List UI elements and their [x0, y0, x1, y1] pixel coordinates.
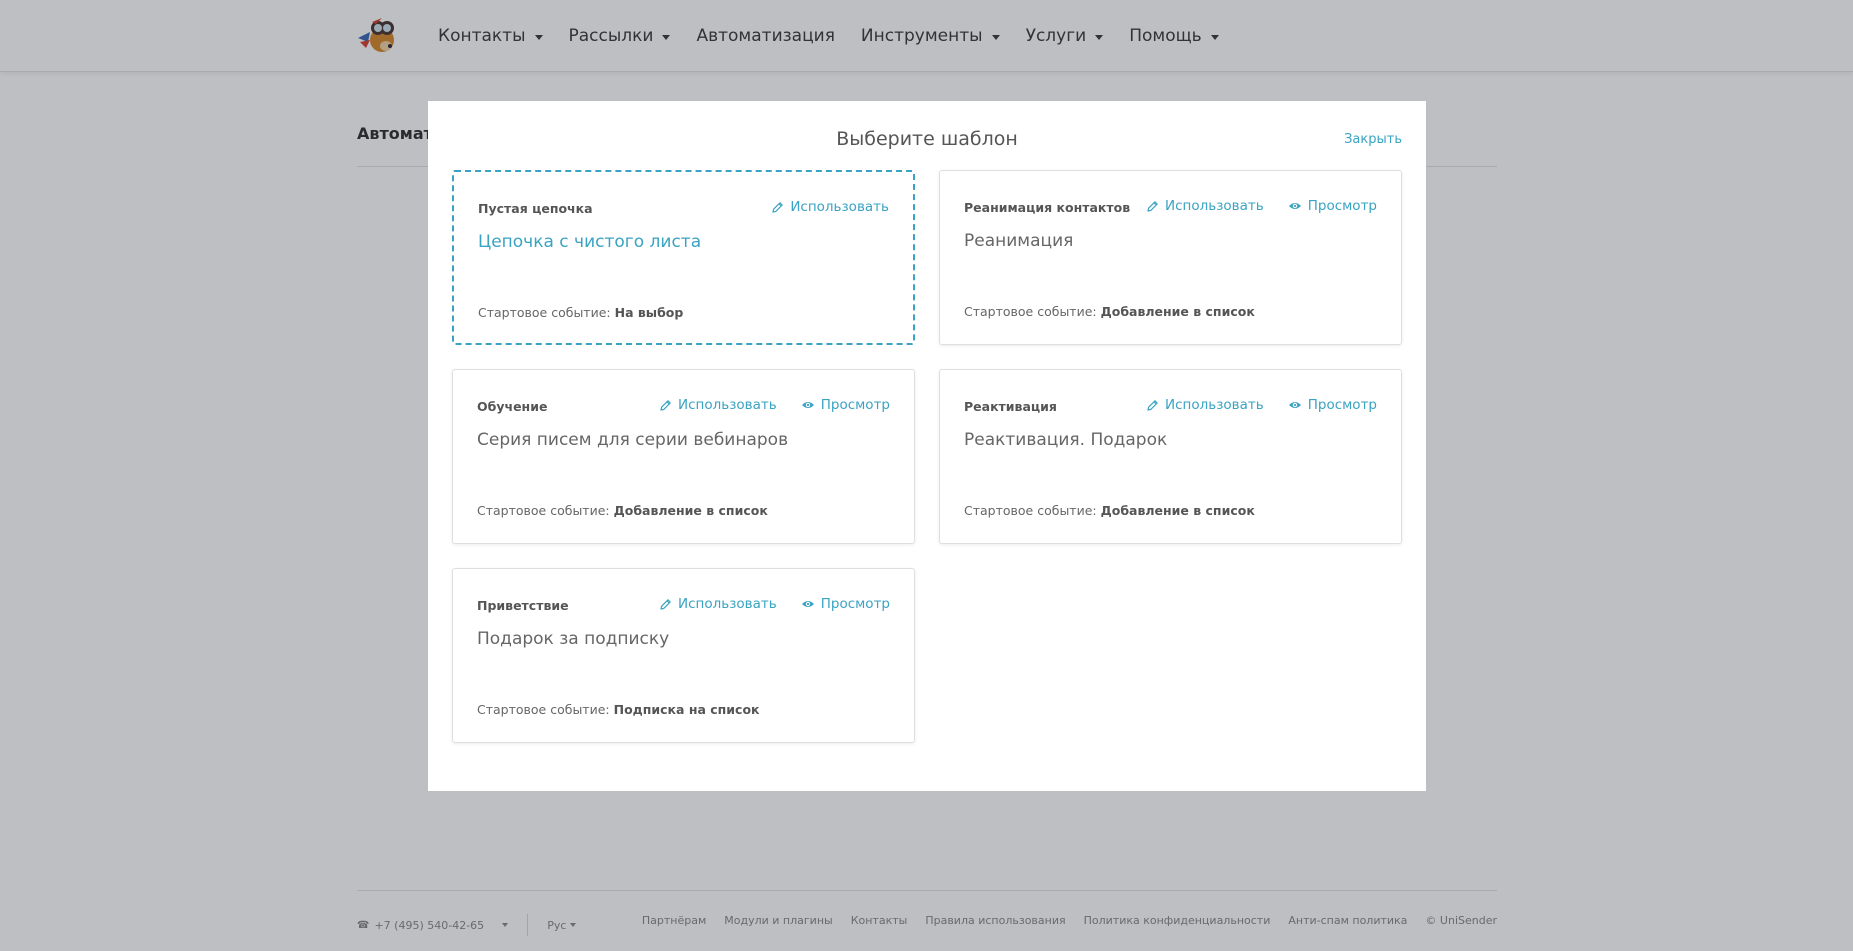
- close-button[interactable]: Закрыть: [1344, 132, 1402, 147]
- pencil-icon: [772, 201, 784, 213]
- eye-icon: [1288, 203, 1301, 209]
- template-name: Серия писем для серии вебинаров: [477, 430, 789, 450]
- template-card-training[interactable]: Обучение Использовать Просмотр Серия пис…: [452, 369, 915, 544]
- template-start-event: Стартовое событие: Подписка на список: [477, 702, 760, 717]
- template-actions: Использовать Просмотр: [1122, 198, 1377, 214]
- start-event-value: Добавление в список: [1100, 503, 1255, 518]
- use-label: Использовать: [1165, 397, 1264, 413]
- template-actions: Использовать Просмотр: [1122, 397, 1377, 413]
- template-card-reanimation[interactable]: Реанимация контактов Использовать Просмо…: [939, 170, 1402, 345]
- template-category: Реактивация: [964, 399, 1057, 414]
- pencil-icon: [1147, 200, 1158, 212]
- start-event-prefix: Стартовое событие:: [964, 503, 1097, 518]
- preview-label: Просмотр: [1307, 198, 1377, 214]
- use-template-button[interactable]: Использовать: [659, 596, 777, 612]
- use-label: Использовать: [1165, 198, 1264, 214]
- template-category: Реанимация контактов: [964, 200, 1131, 215]
- template-start-event: Стартовое событие: Добавление в список: [964, 503, 1255, 518]
- pencil-icon: [660, 598, 671, 610]
- eye-icon: [801, 402, 814, 408]
- template-start-event: Стартовое событие: На выбор: [478, 305, 683, 320]
- use-template-button[interactable]: Использовать: [1146, 397, 1264, 413]
- template-picker-modal: Выберите шаблон Закрыть Пустая цепочка И…: [428, 101, 1426, 791]
- template-name: Подарок за подписку: [477, 629, 670, 649]
- template-name: Реактивация. Подарок: [964, 430, 1168, 450]
- template-card-blank[interactable]: Пустая цепочка Использовать Цепочка с чи…: [452, 170, 915, 345]
- use-label: Использовать: [790, 199, 889, 215]
- start-event-value: Добавление в список: [613, 503, 768, 518]
- use-label: Использовать: [678, 596, 777, 612]
- start-event-value: Добавление в список: [1100, 304, 1255, 319]
- template-card-welcome[interactable]: Приветствие Использовать Просмотр Подаро…: [452, 568, 915, 743]
- start-event-prefix: Стартовое событие:: [964, 304, 1097, 319]
- start-event-prefix: Стартовое событие:: [477, 702, 610, 717]
- template-category: Приветствие: [477, 598, 569, 613]
- template-category: Обучение: [477, 399, 548, 414]
- template-start-event: Стартовое событие: Добавление в список: [477, 503, 768, 518]
- template-actions: Использовать: [747, 199, 889, 215]
- template-category: Пустая цепочка: [478, 201, 593, 216]
- preview-label: Просмотр: [820, 397, 890, 413]
- start-event-prefix: Стартовое событие:: [478, 305, 611, 320]
- template-actions: Использовать Просмотр: [635, 596, 890, 612]
- preview-template-button[interactable]: Просмотр: [801, 596, 890, 612]
- use-template-button[interactable]: Использовать: [1146, 198, 1264, 214]
- preview-label: Просмотр: [820, 596, 890, 612]
- start-event-value: На выбор: [614, 305, 684, 320]
- pencil-icon: [1147, 399, 1158, 411]
- preview-label: Просмотр: [1307, 397, 1377, 413]
- template-name: Реанимация: [964, 231, 1074, 251]
- template-actions: Использовать Просмотр: [635, 397, 890, 413]
- start-event-value: Подписка на список: [613, 702, 760, 717]
- use-label: Использовать: [678, 397, 777, 413]
- preview-template-button[interactable]: Просмотр: [1288, 397, 1377, 413]
- pencil-icon: [660, 399, 671, 411]
- eye-icon: [801, 601, 814, 607]
- template-card-reactivation[interactable]: Реактивация Использовать Просмотр Реакти…: [939, 369, 1402, 544]
- template-name[interactable]: Цепочка с чистого листа: [478, 232, 701, 252]
- use-template-button[interactable]: Использовать: [771, 199, 889, 215]
- preview-template-button[interactable]: Просмотр: [801, 397, 890, 413]
- template-start-event: Стартовое событие: Добавление в список: [964, 304, 1255, 319]
- preview-template-button[interactable]: Просмотр: [1288, 198, 1377, 214]
- eye-icon: [1288, 402, 1301, 408]
- use-template-button[interactable]: Использовать: [659, 397, 777, 413]
- modal-title: Выберите шаблон: [836, 128, 1018, 150]
- start-event-prefix: Стартовое событие:: [477, 503, 610, 518]
